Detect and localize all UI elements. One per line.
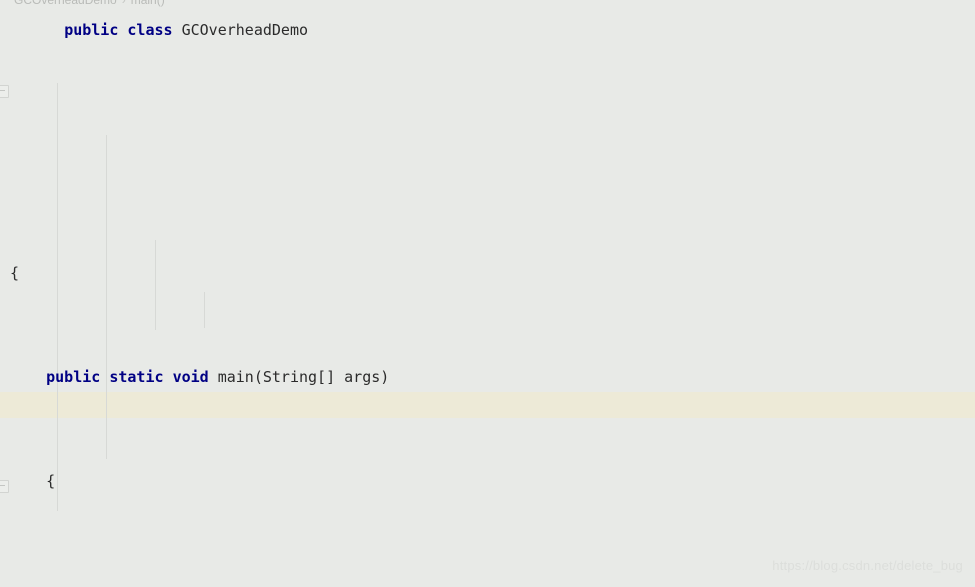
keyword-public: public (64, 21, 119, 39)
fold-marker-method[interactable] (0, 85, 9, 98)
brace: { (46, 472, 56, 490)
keyword-class: class (127, 21, 173, 39)
method-name-main: main (217, 368, 254, 386)
code-line-class-open-brace[interactable]: { (0, 260, 975, 286)
code-content[interactable]: public class GCOverheadDemo { public sta… (0, 0, 975, 587)
breadcrumb-method[interactable]: main() (131, 0, 165, 7)
breadcrumb[interactable]: GCOverheadDemo › main() (0, 0, 975, 9)
keyword-void: void (172, 368, 209, 386)
code-editor[interactable]: public class GCOverheadDemo { public sta… (0, 0, 975, 587)
keyword-public: public (46, 368, 101, 386)
class-name: GCOverheadDemo (181, 21, 309, 39)
code-line-blank-1[interactable] (0, 572, 975, 587)
code-line-main-open-brace[interactable]: { (0, 468, 975, 494)
keyword-static: static (109, 368, 164, 386)
fold-marker-class[interactable] (0, 480, 9, 493)
breadcrumb-inner: GCOverheadDemo › main() (14, 0, 165, 8)
brace: { (10, 264, 20, 282)
watermark: https://blog.csdn.net/delete_bug (772, 558, 963, 573)
main-parameters: (String[] args) (253, 368, 390, 386)
breadcrumb-class[interactable]: GCOverheadDemo (14, 0, 117, 7)
code-line-main-signature[interactable]: public static void main(String[] args) (0, 364, 975, 390)
breadcrumb-separator-icon: › (121, 0, 126, 7)
